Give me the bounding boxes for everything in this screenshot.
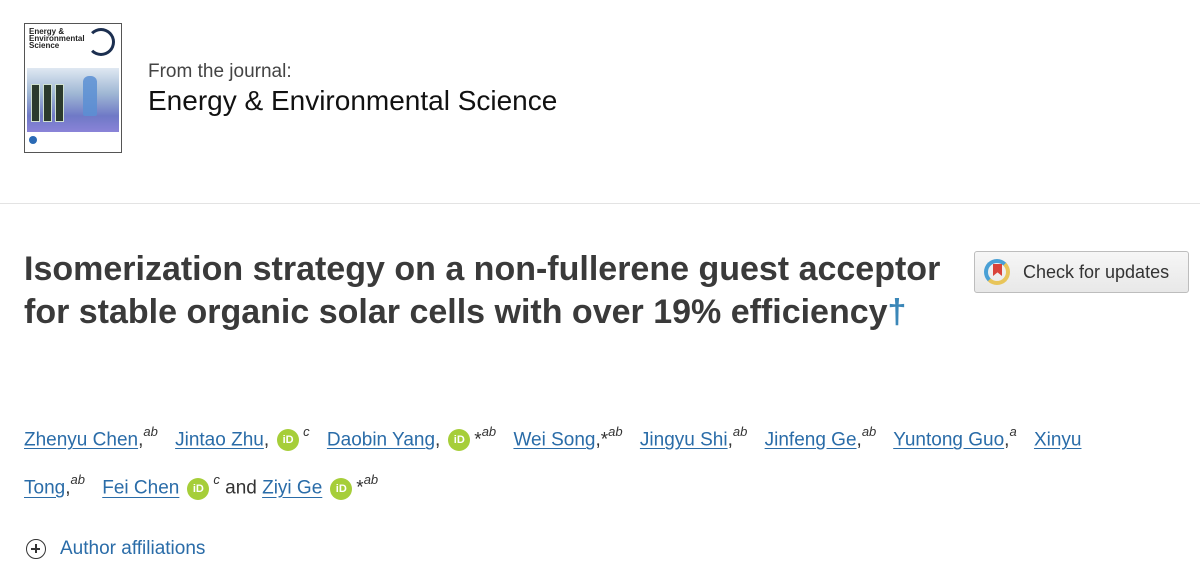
- author-link[interactable]: Tong: [24, 478, 65, 499]
- journal-header: Energy & Environmental Science From the …: [0, 0, 1200, 204]
- affiliation-mark: a: [1009, 424, 1017, 439]
- author-link[interactable]: Jingyu Shi: [640, 429, 728, 450]
- check-for-updates-button[interactable]: Check for updates: [974, 251, 1189, 293]
- affiliation-mark: c: [303, 424, 310, 439]
- corresponding-star: *: [356, 477, 364, 499]
- affiliation-mark: ab: [861, 424, 877, 439]
- cover-solar-panel: [55, 84, 64, 122]
- author-link[interactable]: Jintao Zhu: [175, 429, 264, 450]
- cover-solar-panel: [31, 84, 40, 122]
- author-link[interactable]: Jinfeng Ge: [765, 429, 857, 450]
- check-for-updates-label: Check for updates: [1023, 261, 1170, 282]
- cover-artwork: [27, 68, 119, 132]
- author-link[interactable]: Zhenyu Chen: [24, 429, 138, 450]
- affiliation-mark: ab: [70, 472, 85, 488]
- journal-cover-image[interactable]: Energy & Environmental Science: [24, 23, 122, 153]
- affiliation-mark: ab: [363, 472, 379, 488]
- author-link[interactable]: Ziyi Ge: [262, 478, 322, 499]
- publisher-logo-icon: [29, 136, 37, 144]
- affiliation-mark: ab: [732, 424, 748, 439]
- from-journal-label: From the journal:: [148, 61, 292, 82]
- article-title: Isomerization strategy on a non-fulleren…: [24, 248, 954, 334]
- author-affiliations-toggle[interactable]: Author affiliations: [26, 538, 205, 560]
- crossmark-icon: [984, 259, 1010, 285]
- cover-solar-panel: [43, 84, 52, 122]
- affiliation-mark: c: [213, 472, 220, 488]
- author-link[interactable]: Daobin Yang: [327, 429, 435, 450]
- orcid-icon[interactable]: iD: [448, 429, 471, 452]
- author-link[interactable]: Wei Song: [513, 429, 595, 450]
- affiliation-mark: ab: [143, 424, 158, 439]
- orcid-icon[interactable]: iD: [330, 477, 353, 500]
- cover-figure: [83, 76, 97, 116]
- author-link[interactable]: Fei Chen: [102, 478, 179, 499]
- dagger-footnote-icon[interactable]: †: [888, 293, 907, 331]
- affiliation-mark: ab: [608, 424, 623, 439]
- plus-circle-icon: [26, 539, 46, 559]
- orcid-icon[interactable]: iD: [187, 477, 210, 500]
- and-conjunction: and: [225, 477, 257, 499]
- cover-title: Energy & Environmental Science: [29, 27, 85, 50]
- article-title-text: Isomerization strategy on a non-fulleren…: [24, 250, 941, 331]
- separator: ,: [435, 429, 441, 451]
- journal-name[interactable]: Energy & Environmental Science: [148, 85, 557, 117]
- separator: ,*: [595, 429, 609, 451]
- author-list: Zhenyu Chen,ab Jintao Zhu, iDc Daobin Yan…: [24, 413, 1174, 510]
- author-link[interactable]: Xinyu: [1034, 429, 1082, 450]
- corresponding-star: *: [474, 429, 482, 451]
- affiliation-mark: ab: [481, 424, 497, 439]
- orcid-icon[interactable]: iD: [277, 429, 300, 452]
- separator: ,: [263, 429, 270, 451]
- cover-swirl-graphic: [87, 28, 115, 56]
- author-link[interactable]: Yuntong Guo: [893, 429, 1004, 450]
- author-affiliations-label: Author affiliations: [60, 538, 206, 559]
